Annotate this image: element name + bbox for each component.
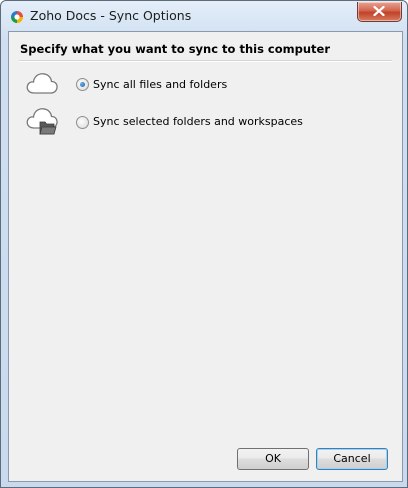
cloud-icon (25, 70, 59, 100)
dialog-window: Zoho Docs - Sync Options Specify what yo… (0, 0, 408, 488)
sync-all-label[interactable]: Sync all files and folders (93, 78, 227, 91)
zoho-docs-logo-icon (10, 9, 24, 23)
sync-heading: Specify what you want to sync to this co… (20, 42, 331, 56)
cancel-button[interactable]: Cancel (316, 448, 388, 470)
title-bar[interactable]: Zoho Docs - Sync Options (1, 1, 407, 31)
cloud-folder-icon (25, 106, 59, 140)
ok-button[interactable]: OK (237, 448, 309, 470)
divider (19, 60, 392, 62)
radio-selected-dot (80, 82, 85, 87)
dialog-body: Specify what you want to sync to this co… (8, 31, 403, 482)
close-button[interactable] (357, 2, 402, 22)
sync-all-radio[interactable] (76, 78, 89, 91)
sync-selected-label[interactable]: Sync selected folders and workspaces (93, 115, 303, 128)
window-title: Zoho Docs - Sync Options (30, 8, 192, 23)
sync-selected-radio[interactable] (76, 116, 89, 129)
close-icon (373, 6, 385, 16)
